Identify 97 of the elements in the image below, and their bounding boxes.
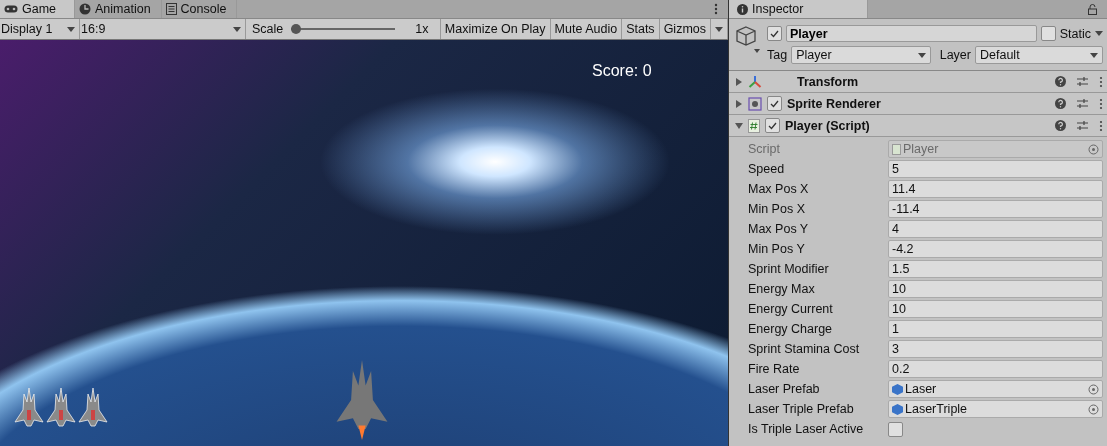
number-field[interactable]: 5: [888, 160, 1103, 178]
field-label: Sprint Stamina Cost: [748, 342, 861, 356]
number-field[interactable]: -11.4: [888, 200, 1103, 218]
sliders-icon[interactable]: [1077, 98, 1088, 109]
object-field[interactable]: LaserTriple: [888, 400, 1103, 418]
check-icon: [770, 99, 779, 108]
field-label: Script: [748, 142, 781, 156]
number-field[interactable]: 0.2: [888, 360, 1103, 378]
field-label: Energy Max: [748, 282, 816, 296]
field-label: Speed: [748, 162, 786, 176]
target-icon[interactable]: [1088, 143, 1099, 155]
check-icon: [770, 29, 779, 38]
sprite-icon: [748, 96, 762, 111]
check-icon: [768, 121, 777, 130]
number-field[interactable]: -4.2: [888, 240, 1103, 258]
panel-tab[interactable]: Console: [161, 0, 238, 18]
target-icon[interactable]: [1088, 383, 1099, 395]
slider-thumb[interactable]: [291, 24, 302, 34]
number-field[interactable]: 3: [888, 340, 1103, 358]
axes-icon: [748, 74, 762, 89]
field-label: Sprint Modifier: [748, 262, 830, 276]
score-text: Score: 0: [592, 62, 652, 80]
field-label: Energy Charge: [748, 322, 834, 336]
name-field[interactable]: Player: [786, 25, 1037, 42]
static-checkbox[interactable]: [1040, 26, 1056, 41]
number-field[interactable]: 10: [888, 280, 1103, 298]
help-icon[interactable]: [1055, 98, 1066, 109]
toolbar-button[interactable]: Gizmos: [659, 19, 711, 39]
script-icon: [748, 118, 760, 133]
sliders-icon[interactable]: [1077, 76, 1088, 87]
gamepad-icon: [4, 5, 18, 13]
panel-tab[interactable]: Game: [0, 0, 75, 18]
object-field[interactable]: Laser: [888, 380, 1103, 398]
target-icon[interactable]: [1088, 403, 1099, 415]
enabled-checkbox[interactable]: [765, 118, 780, 133]
field-label: Fire Rate: [748, 362, 801, 376]
cube-icon: [892, 383, 903, 395]
field-label: Is Triple Laser Active: [748, 422, 865, 436]
object-field: Player: [888, 140, 1103, 158]
number-field[interactable]: 4: [888, 220, 1103, 238]
caret-icon: [1090, 52, 1098, 58]
lock-icon[interactable]: [1088, 3, 1097, 15]
number-field[interactable]: 1.5: [888, 260, 1103, 278]
display-dropdown[interactable]: Display 1: [0, 19, 80, 39]
field-label: Min Pos Y: [748, 242, 806, 256]
caret-icon: [1095, 31, 1103, 36]
field-label: Laser Triple Prefab: [748, 402, 855, 416]
more-icon[interactable]: [1099, 119, 1103, 132]
enabled-checkbox[interactable]: [767, 96, 782, 111]
foldout-icon[interactable]: [735, 99, 743, 108]
foldout-icon[interactable]: [735, 77, 743, 86]
cube-icon: [892, 403, 903, 415]
static-label: Static: [1059, 26, 1091, 41]
sliders-icon[interactable]: [1077, 120, 1088, 131]
number-field[interactable]: 10: [888, 300, 1103, 318]
component-header[interactable]: Player (Script): [729, 115, 1107, 137]
help-icon[interactable]: [1055, 120, 1066, 131]
field-checkbox[interactable]: [888, 421, 903, 437]
tag-label: Tag: [767, 48, 788, 62]
component-header[interactable]: Sprite Renderer: [729, 93, 1107, 115]
help-icon[interactable]: [1055, 76, 1066, 87]
layer-dropdown[interactable]: Default: [975, 46, 1103, 64]
caret-icon: [715, 26, 723, 32]
scale-label: Scale: [252, 22, 284, 36]
caret-icon: [233, 26, 241, 32]
clock-icon: [79, 3, 91, 15]
info-icon: [737, 3, 748, 15]
component-name: Player (Script): [785, 118, 871, 133]
active-checkbox[interactable]: [767, 26, 782, 41]
layer-label: Layer: [939, 48, 971, 62]
more-icon[interactable]: [714, 3, 718, 15]
cube-icon[interactable]: [735, 25, 761, 55]
toolbar-button[interactable]: Mute Audio: [550, 19, 623, 39]
number-field[interactable]: 1: [888, 320, 1103, 338]
field-label: Laser Prefab: [748, 382, 821, 396]
field-label: Max Pos X: [748, 182, 810, 196]
more-icon[interactable]: [1099, 97, 1103, 110]
script-icon: [892, 143, 901, 155]
number-field[interactable]: 11.4: [888, 180, 1103, 198]
field-label: Min Pos X: [748, 202, 806, 216]
component-header[interactable]: Transform: [729, 71, 1107, 93]
scale-reading: 1x: [415, 22, 429, 36]
component-name: Sprite Renderer: [787, 96, 882, 111]
toolbar-button[interactable]: Maximize On Play: [440, 19, 551, 39]
component-name: Transform: [797, 74, 860, 89]
field-label: Energy Current: [748, 302, 834, 316]
foldout-icon[interactable]: [735, 121, 743, 130]
caret-icon: [67, 26, 75, 32]
console-icon: [165, 3, 177, 15]
more-icon[interactable]: [1099, 75, 1103, 88]
panel-tab[interactable]: Animation: [75, 0, 162, 18]
caret-icon: [918, 52, 927, 58]
field-label: Max Pos Y: [748, 222, 810, 236]
toolbar-button[interactable]: Stats: [622, 19, 660, 39]
aspect-dropdown[interactable]: 16:9: [80, 19, 246, 39]
tag-dropdown[interactable]: Player: [791, 46, 932, 64]
inspector-tab[interactable]: Inspector: [729, 0, 868, 18]
